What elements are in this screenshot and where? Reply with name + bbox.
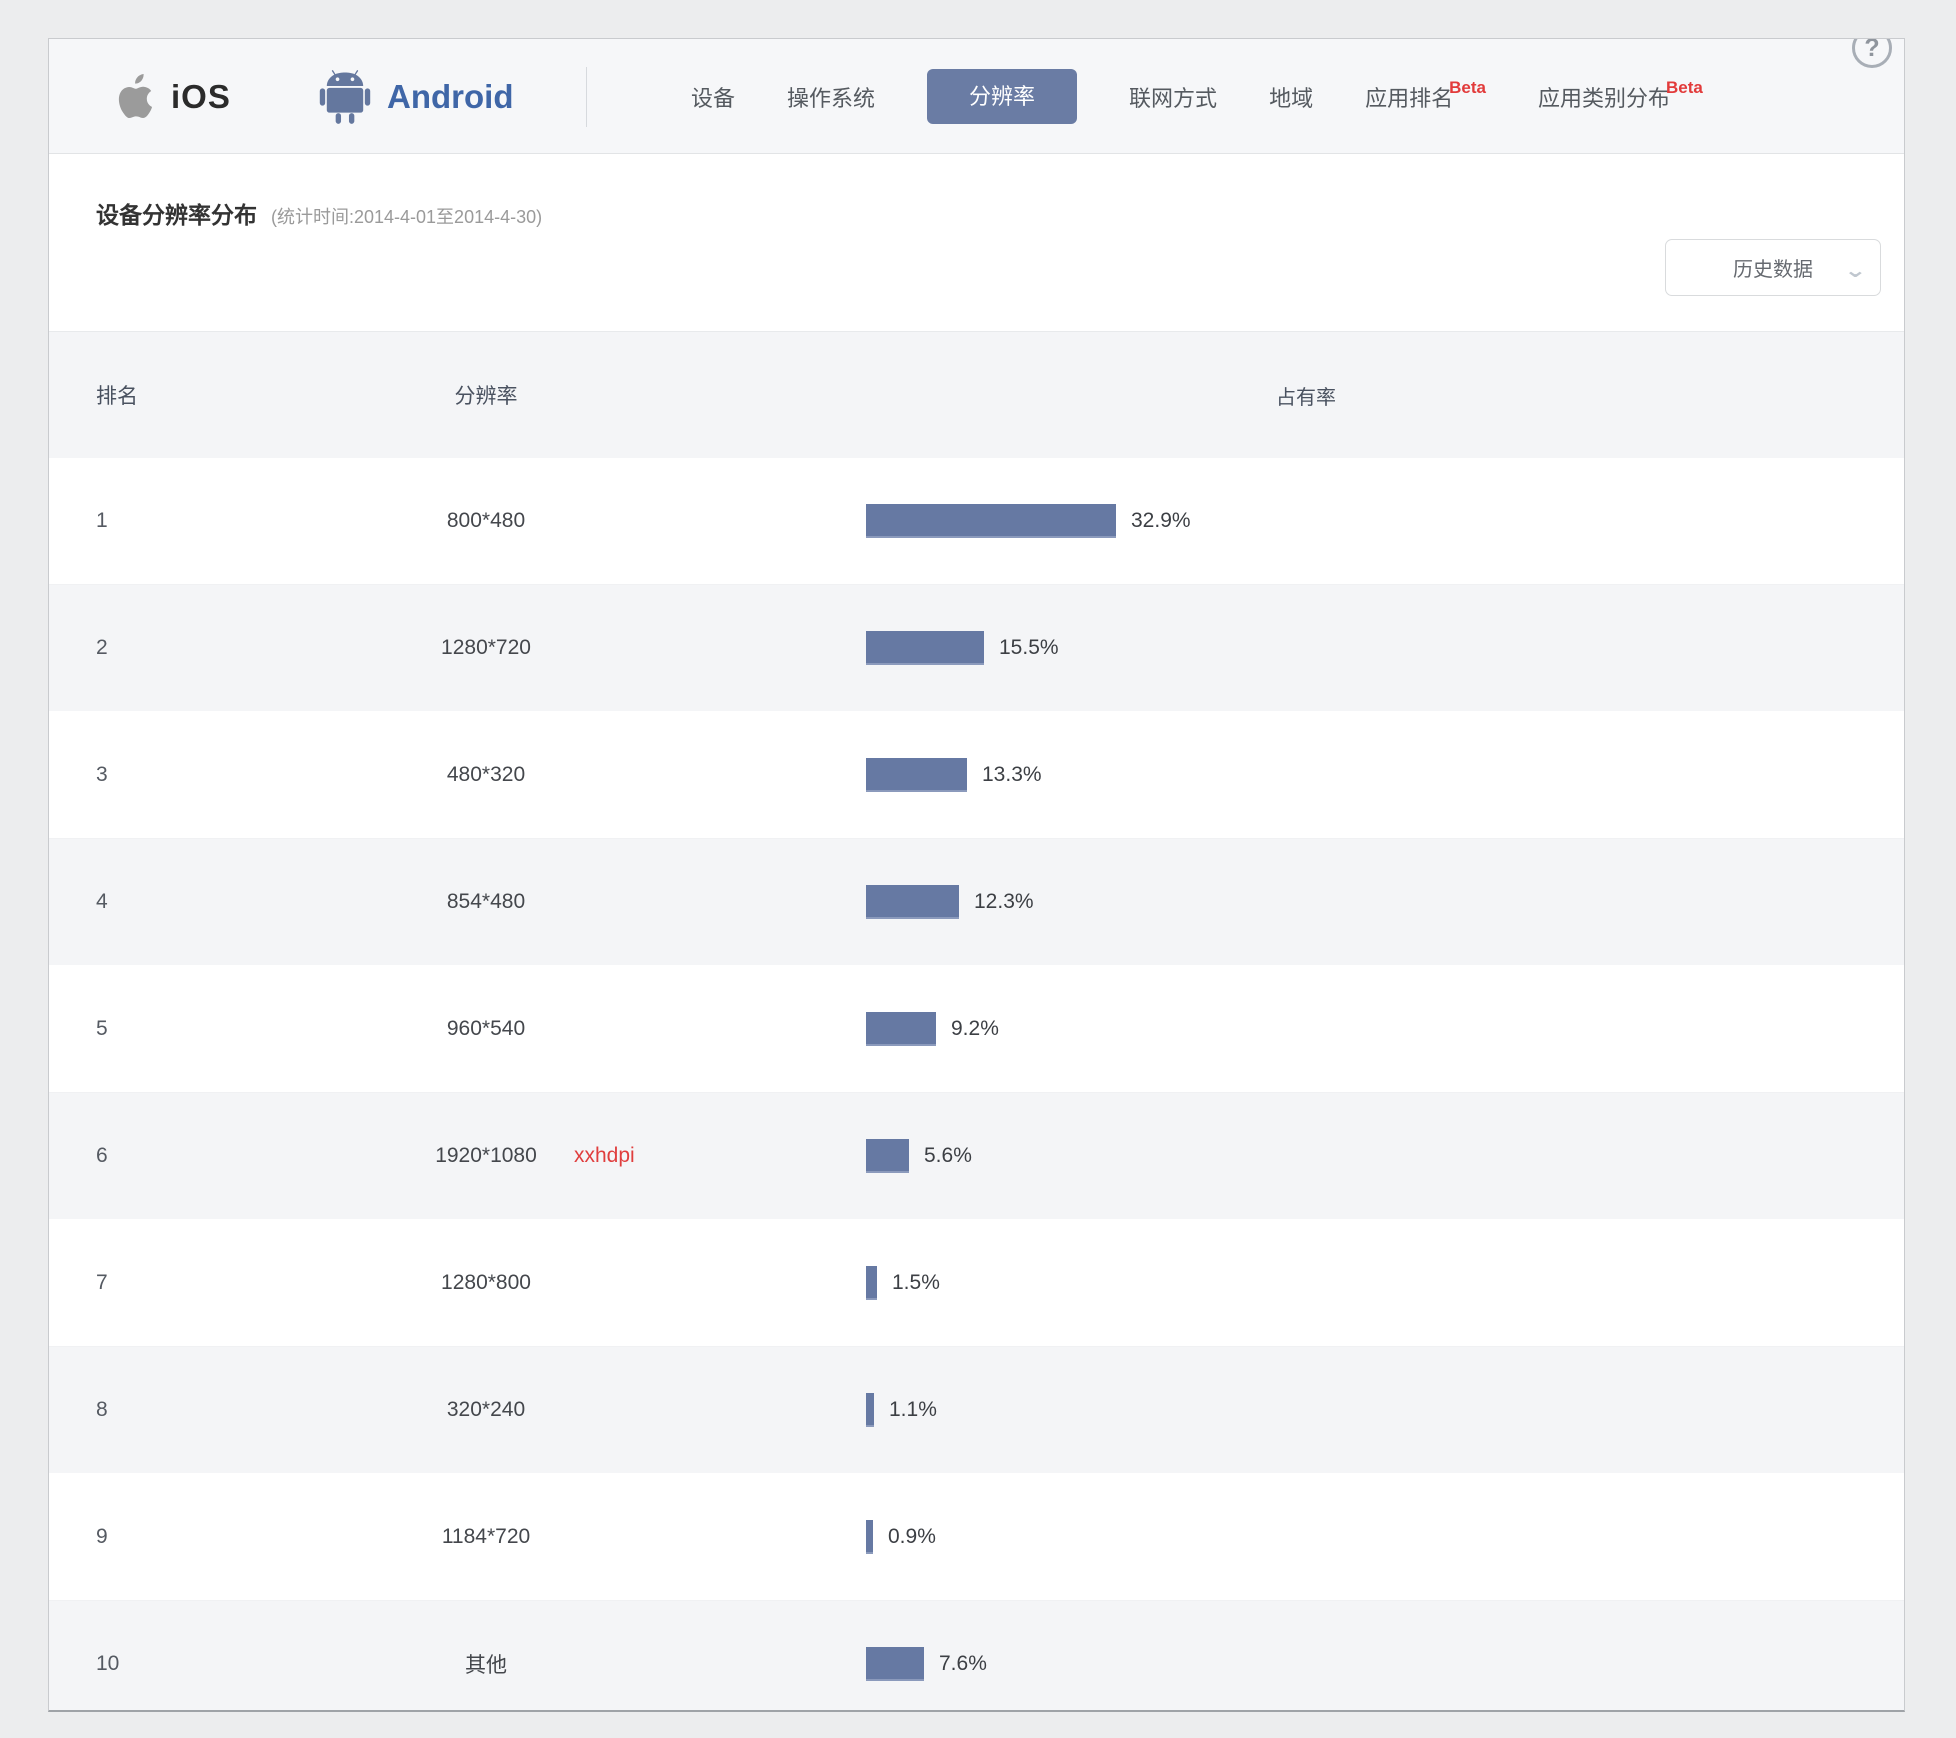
share-bar-area: 12.3%	[866, 839, 1034, 965]
rank-cell: 9	[96, 1474, 108, 1600]
table-row: 4 854*480 12.3%	[49, 839, 1904, 966]
table-row: 8 320*240 1.1%	[49, 1347, 1904, 1474]
resolution-table-body: 1 800*480 32.9% 2 1280*720 15.5% 3 480*3…	[49, 458, 1904, 1712]
share-value-label: 32.9%	[1131, 509, 1191, 533]
share-bar	[866, 504, 1116, 538]
share-bar-area: 5.6%	[866, 1093, 972, 1219]
rank-cell: 6	[96, 1093, 108, 1219]
nav-tab-4[interactable]: 地域	[1269, 81, 1313, 113]
resolution-cell: 960*540	[336, 966, 636, 1092]
share-value-label: 7.6%	[939, 1652, 987, 1676]
share-bar-area: 0.9%	[866, 1474, 936, 1600]
nav-tab-1[interactable]: 操作系统	[787, 81, 875, 113]
rank-cell: 5	[96, 966, 108, 1092]
history-data-dropdown[interactable]: 历史数据 ⌄	[1665, 239, 1881, 296]
share-bar-area: 13.3%	[866, 712, 1042, 838]
share-bar	[866, 1012, 936, 1046]
header-bar: iOS Android 设备 操作系统 分辨率 联网方式 地域 应用排名Beta…	[49, 39, 1904, 154]
share-bar	[866, 1139, 909, 1173]
share-value-label: 12.3%	[974, 890, 1034, 914]
resolution-annotation: xxhdpi	[574, 1144, 635, 1168]
share-bar	[866, 1393, 874, 1427]
share-bar	[866, 631, 984, 665]
nav-tab-0[interactable]: 设备	[691, 81, 735, 113]
apple-icon	[109, 69, 157, 125]
share-value-label: 1.1%	[889, 1398, 937, 1422]
help-icon[interactable]: ?	[1852, 38, 1892, 68]
android-icon	[317, 66, 373, 128]
resolution-cell: 480*320	[336, 712, 636, 838]
top-nav: 设备 操作系统 分辨率 联网方式 地域 应用排名Beta 应用类别分布Beta	[691, 39, 1703, 154]
share-bar-area: 32.9%	[866, 458, 1191, 584]
table-row: 5 960*540 9.2%	[49, 966, 1904, 1093]
share-bar	[866, 1647, 924, 1681]
nav-tab-5[interactable]: 应用排名Beta	[1365, 81, 1486, 113]
share-value-label: 1.5%	[892, 1271, 940, 1295]
rank-cell: 7	[96, 1220, 108, 1346]
chevron-down-icon: ⌄	[1844, 258, 1867, 283]
share-bar	[866, 885, 959, 919]
beta-badge: Beta	[1449, 78, 1486, 97]
table-row: 9 1184*720 0.9%	[49, 1474, 1904, 1601]
resolution-cell: 854*480	[336, 839, 636, 965]
platform-tab-android-label: Android	[387, 78, 513, 116]
platform-tab-ios-label: iOS	[171, 78, 231, 116]
share-bar	[866, 1266, 877, 1300]
share-bar	[866, 758, 967, 792]
column-header-resolution: 分辨率	[336, 332, 636, 458]
platform-tab-ios[interactable]: iOS	[109, 39, 231, 154]
header-divider	[586, 67, 587, 127]
page-title: 设备分辨率分布	[96, 196, 257, 230]
history-data-dropdown-value: 历史数据	[1733, 253, 1813, 282]
resolution-cell: 1280*720	[336, 585, 636, 711]
stat-period-subtitle: (统计时间:2014-4-01至2014-4-30)	[271, 203, 542, 229]
nav-tab-3[interactable]: 联网方式	[1129, 81, 1217, 113]
resolution-cell: 1184*720	[336, 1474, 636, 1600]
rank-cell: 10	[96, 1601, 119, 1712]
table-row: 10 其他 7.6%	[49, 1601, 1904, 1712]
share-value-label: 5.6%	[924, 1144, 972, 1168]
rank-cell: 3	[96, 712, 108, 838]
column-header-rank: 排名	[96, 332, 138, 458]
analytics-panel: iOS Android 设备 操作系统 分辨率 联网方式 地域 应用排名Beta…	[48, 38, 1905, 1712]
platform-tab-android[interactable]: Android	[317, 39, 513, 154]
resolution-cell: 1920*1080 xxhdpi	[336, 1093, 636, 1219]
table-row: 3 480*320 13.3%	[49, 712, 1904, 839]
title-section: 设备分辨率分布 (统计时间:2014-4-01至2014-4-30) 历史数据 …	[49, 154, 1904, 331]
column-header-share: 占有率	[1206, 332, 1406, 458]
share-value-label: 0.9%	[888, 1525, 936, 1549]
resolution-cell: 其他	[336, 1601, 636, 1712]
table-row: 2 1280*720 15.5%	[49, 585, 1904, 712]
resolution-cell: 800*480	[336, 458, 636, 584]
title-row: 设备分辨率分布 (统计时间:2014-4-01至2014-4-30)	[96, 196, 542, 230]
share-value-label: 15.5%	[999, 636, 1059, 660]
share-bar	[866, 1520, 873, 1554]
table-header: 排名 分辨率 占有率	[49, 331, 1904, 458]
resolution-cell: 1280*800	[336, 1220, 636, 1346]
resolution-cell: 320*240	[336, 1347, 636, 1473]
nav-tab-6[interactable]: 应用类别分布Beta	[1538, 81, 1703, 113]
table-row: 7 1280*800 1.5%	[49, 1220, 1904, 1347]
rank-cell: 8	[96, 1347, 108, 1473]
share-bar-area: 9.2%	[866, 966, 999, 1092]
nav-tab-2[interactable]: 分辨率	[927, 69, 1077, 124]
share-bar-area: 7.6%	[866, 1601, 987, 1712]
table-row: 6 1920*1080 xxhdpi 5.6%	[49, 1093, 1904, 1220]
rank-cell: 2	[96, 585, 108, 711]
rank-cell: 1	[96, 458, 108, 584]
share-bar-area: 1.1%	[866, 1347, 937, 1473]
share-value-label: 9.2%	[951, 1017, 999, 1041]
rank-cell: 4	[96, 839, 108, 965]
table-row: 1 800*480 32.9%	[49, 458, 1904, 585]
share-value-label: 13.3%	[982, 763, 1042, 787]
share-bar-area: 15.5%	[866, 585, 1059, 711]
share-bar-area: 1.5%	[866, 1220, 940, 1346]
beta-badge: Beta	[1666, 78, 1703, 97]
